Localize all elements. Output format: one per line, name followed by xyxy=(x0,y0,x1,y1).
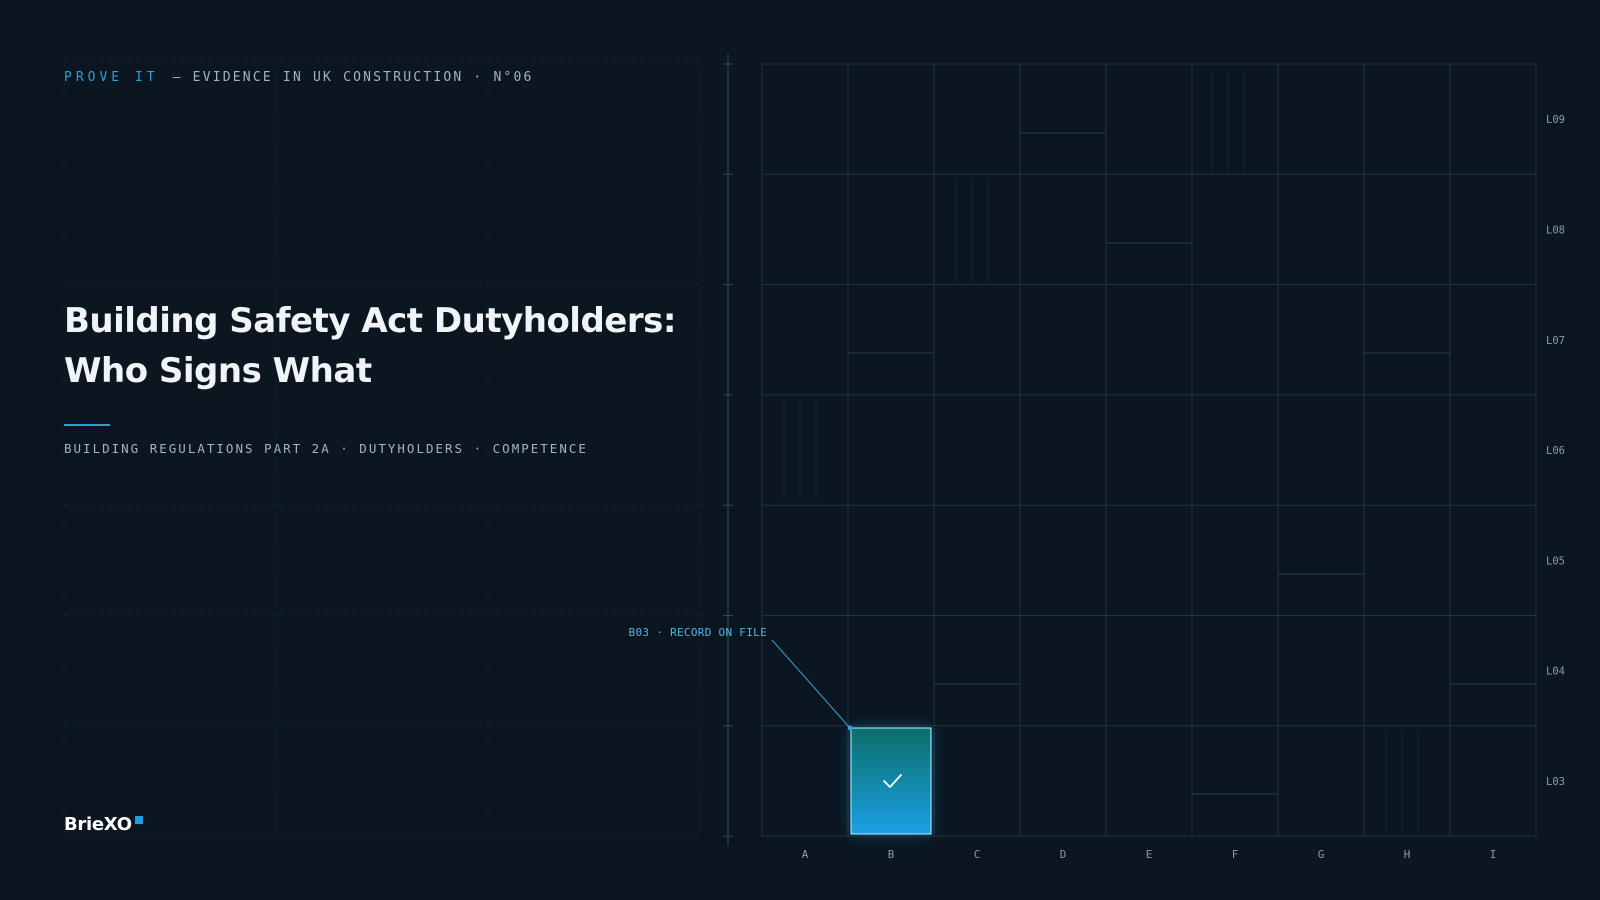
level-label: L08 xyxy=(1546,224,1565,236)
level-labels: L09 L08 L07 L06 L05 L04 L03 xyxy=(1546,114,1565,788)
level-label: L05 xyxy=(1546,555,1565,567)
column-label: B xyxy=(888,848,895,861)
level-label: L06 xyxy=(1546,445,1565,457)
callout: B03 · RECORD ON FILE xyxy=(629,626,853,731)
callout-leader-line xyxy=(771,639,851,729)
slide: PROVE IT — EVIDENCE IN UK CONSTRUCTION · … xyxy=(0,0,1600,900)
column-label: F xyxy=(1232,848,1239,861)
column-label: D xyxy=(1060,848,1067,861)
callout-label: B03 · RECORD ON FILE xyxy=(629,626,767,639)
column-label: E xyxy=(1146,848,1153,861)
level-label: L03 xyxy=(1546,776,1565,788)
level-label: L04 xyxy=(1546,666,1565,678)
building-grid-diagram: A B C D E F G H I L09 L08 L07 L06 L05 L04 L03 B03 · RE… xyxy=(629,54,1565,861)
level-label: L07 xyxy=(1546,335,1565,347)
column-label: C xyxy=(974,848,981,861)
record-cell[interactable] xyxy=(850,727,932,835)
column-label: I xyxy=(1490,848,1497,861)
grid-frame xyxy=(761,63,1537,837)
callout-anchor-dot xyxy=(847,725,853,731)
column-label: H xyxy=(1404,848,1411,861)
grid-lines xyxy=(761,63,1537,837)
column-label: G xyxy=(1318,848,1325,861)
level-label: L09 xyxy=(1546,114,1565,126)
column-labels: A B C D E F G H I xyxy=(802,848,1497,861)
column-label: A xyxy=(802,848,809,861)
hatch-marks xyxy=(783,70,1419,832)
highlighted-cell[interactable] xyxy=(850,727,932,835)
